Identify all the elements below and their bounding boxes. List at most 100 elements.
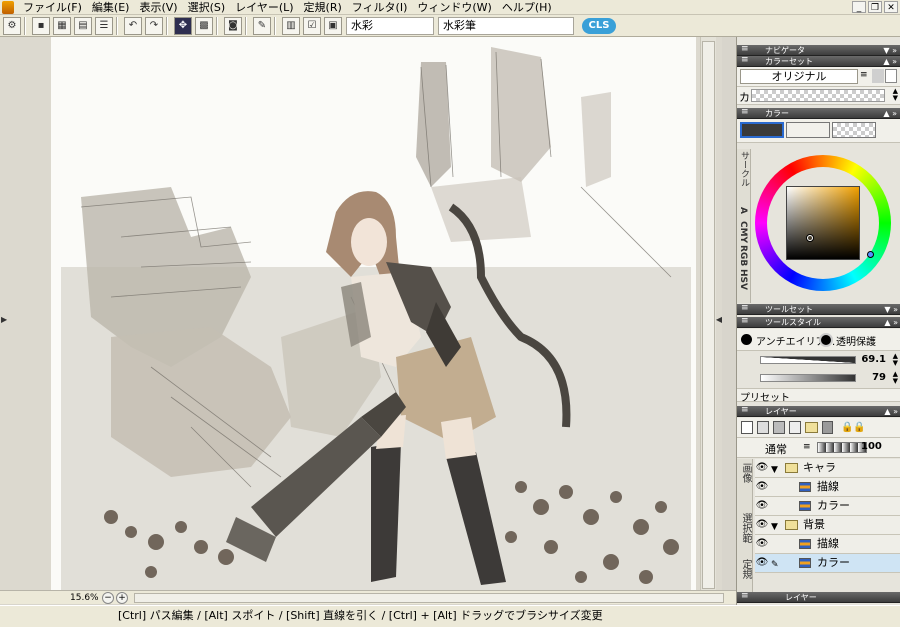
color-tab-hsv[interactable]: HSV [738, 269, 748, 290]
minimize-icon[interactable]: _ [852, 1, 866, 13]
dropdown-arrow-icon[interactable]: ≡ [860, 70, 868, 80]
color-tab-circle[interactable]: サークル [738, 151, 751, 187]
color-tab-approx[interactable]: A [738, 207, 748, 214]
new-layer-icon[interactable] [741, 421, 753, 434]
menu-edit[interactable]: 編集(E) [87, 0, 135, 15]
lock-layer-icon[interactable]: 🔒 [841, 422, 853, 433]
check-icon[interactable]: ☑ [303, 16, 321, 35]
main-color-swatch[interactable] [740, 122, 784, 138]
color-wheel[interactable] [755, 155, 895, 295]
toolstyle-panel-title[interactable]: ツールスタイル ▲ » [737, 316, 900, 328]
brush-opacity-slider[interactable] [760, 374, 856, 382]
drawing-canvas[interactable] [51, 37, 696, 596]
save-icon[interactable]: ▤ [74, 16, 92, 35]
expand-arrow-icon[interactable]: ▼ [771, 518, 783, 532]
panel-expand-icon[interactable]: ▼ » [883, 45, 897, 56]
edit-pen-icon[interactable]: ✎ [771, 556, 783, 570]
layer-row[interactable]: 👁 カラー [755, 497, 900, 516]
panel-icon[interactable]: ▥ [282, 16, 300, 35]
brush-preset-field[interactable]: 水彩筆 [438, 16, 574, 35]
layer-row[interactable]: 👁 ▼ 背景 [755, 516, 900, 535]
menu-layer[interactable]: レイヤー(L) [230, 0, 298, 15]
preset-label[interactable]: プリセット [740, 389, 790, 404]
panel-expand-icon[interactable]: ▲ » [884, 406, 898, 417]
toolset-panel-title[interactable]: ツールセット ▼ » [737, 303, 900, 315]
protect-toggle-icon[interactable] [819, 333, 833, 347]
open-file-icon[interactable]: ▦ [53, 16, 71, 35]
delete-layer-icon[interactable] [822, 421, 833, 434]
transform-icon[interactable]: ✥ [174, 16, 192, 35]
visibility-eye-icon[interactable]: 👁 [755, 462, 769, 474]
sv-cursor[interactable] [807, 235, 813, 241]
panel-expand-icon[interactable]: ▲ » [884, 317, 898, 328]
color-tab-cmy[interactable]: CMY [738, 221, 748, 243]
copy-layer-icon[interactable] [789, 421, 801, 434]
brush-name-field[interactable]: 水彩 [346, 16, 434, 35]
visibility-eye-icon[interactable]: 👁 [755, 538, 769, 550]
panel-expand-icon[interactable]: ▲ » [883, 56, 897, 67]
navigator-panel-title[interactable]: ナビゲータ ▼ » [737, 44, 900, 56]
transparent-color-swatch[interactable] [832, 122, 876, 138]
new-tone-layer-icon[interactable] [773, 421, 785, 434]
new-vector-layer-icon[interactable] [757, 421, 769, 434]
brush-size-slider[interactable] [760, 356, 856, 364]
app-icon[interactable] [2, 0, 14, 14]
menu-select[interactable]: 選択(S) [183, 0, 231, 15]
brush-opacity-stepper-icon[interactable]: ▲ ▼ [893, 371, 898, 385]
menu-view[interactable]: 表示(V) [134, 0, 182, 15]
colorset-swatches[interactable] [751, 89, 885, 102]
right-panel-toggle-icon[interactable]: ◀ [716, 315, 722, 324]
colorset-scroll-icon[interactable]: ▲ ▼ [893, 88, 898, 102]
layer-row-selected[interactable]: 👁 ✎ カラー [755, 554, 900, 573]
close-icon[interactable]: ✕ [884, 1, 898, 13]
blend-mode-dropdown[interactable]: 通常 [765, 441, 787, 457]
list-icon[interactable]: ☰ [95, 16, 113, 35]
zoom-in-icon[interactable]: + [116, 591, 128, 604]
blend-dropdown-arrow-icon[interactable]: ≡ [803, 442, 811, 452]
colorset-panel-title[interactable]: カラーセット ▲ » [737, 55, 900, 67]
menu-ruler[interactable]: 定規(R) [299, 0, 347, 15]
horizontal-scrollbar[interactable] [134, 592, 724, 603]
layer-panel-title[interactable]: レイヤー ▲ » [737, 405, 900, 417]
restore-icon[interactable]: ❐ [868, 1, 882, 13]
colorset-new-icon[interactable] [885, 69, 897, 83]
layer-row[interactable]: 👁 描線 [755, 535, 900, 554]
visibility-eye-icon[interactable]: 👁 [755, 500, 769, 512]
menu-window[interactable]: ウィンドウ(W) [412, 0, 496, 15]
clip-logo[interactable]: CLS [582, 17, 616, 34]
layer-panel-footer[interactable]: レイヤー [737, 591, 900, 603]
visibility-eye-icon[interactable]: 👁 [755, 519, 769, 531]
menu-file[interactable]: ファイル(F) [18, 0, 87, 15]
visibility-eye-icon[interactable]: 👁 [755, 557, 769, 569]
new-folder-icon[interactable] [805, 422, 818, 433]
new-file-icon[interactable]: ▪ [32, 16, 50, 35]
redo-icon[interactable]: ↷ [145, 16, 163, 35]
menu-help[interactable]: ヘルプ(H) [497, 0, 557, 15]
expand-arrow-icon[interactable]: ▼ [771, 461, 783, 475]
color-tab-rgb[interactable]: RGB [738, 245, 748, 266]
layer-row[interactable]: 👁 描線 [755, 478, 900, 497]
panel-expand-icon[interactable]: ▲ » [883, 108, 897, 119]
brush-icon[interactable]: ✎ [253, 16, 271, 35]
brush-size-stepper-icon[interactable]: ▲ ▼ [893, 353, 898, 367]
undo-icon[interactable]: ↶ [124, 16, 142, 35]
layer-tab-ruler[interactable]: 定規 [738, 559, 753, 579]
color-panel-title[interactable]: カラー ▲ » [737, 107, 900, 119]
palette-icon[interactable]: ▣ [324, 16, 342, 35]
lock-alpha-icon[interactable]: 🔒 [853, 422, 865, 433]
command-bar-icon[interactable]: ⚙ [3, 16, 21, 35]
left-panel-toggle-icon[interactable]: ▶ [1, 315, 7, 324]
vertical-scrollbar[interactable] [700, 37, 716, 596]
colorset-menu-icon[interactable] [872, 69, 884, 83]
hue-ring[interactable] [755, 155, 891, 291]
saturation-value-square[interactable] [786, 186, 860, 260]
layer-tab-image[interactable]: 画像 [738, 463, 753, 483]
brush-size-value[interactable]: 69.1 [861, 354, 886, 365]
layer-opacity-slider[interactable] [817, 442, 867, 453]
visibility-eye-icon[interactable]: 👁 [755, 481, 769, 493]
transparency-protect-label[interactable]: 透明保護 [836, 333, 876, 348]
colorset-dropdown[interactable]: オリジナル [740, 69, 858, 84]
grid-icon[interactable]: ▩ [195, 16, 213, 35]
hue-cursor[interactable] [867, 251, 874, 258]
vertical-scroll-thumb[interactable] [702, 41, 715, 589]
